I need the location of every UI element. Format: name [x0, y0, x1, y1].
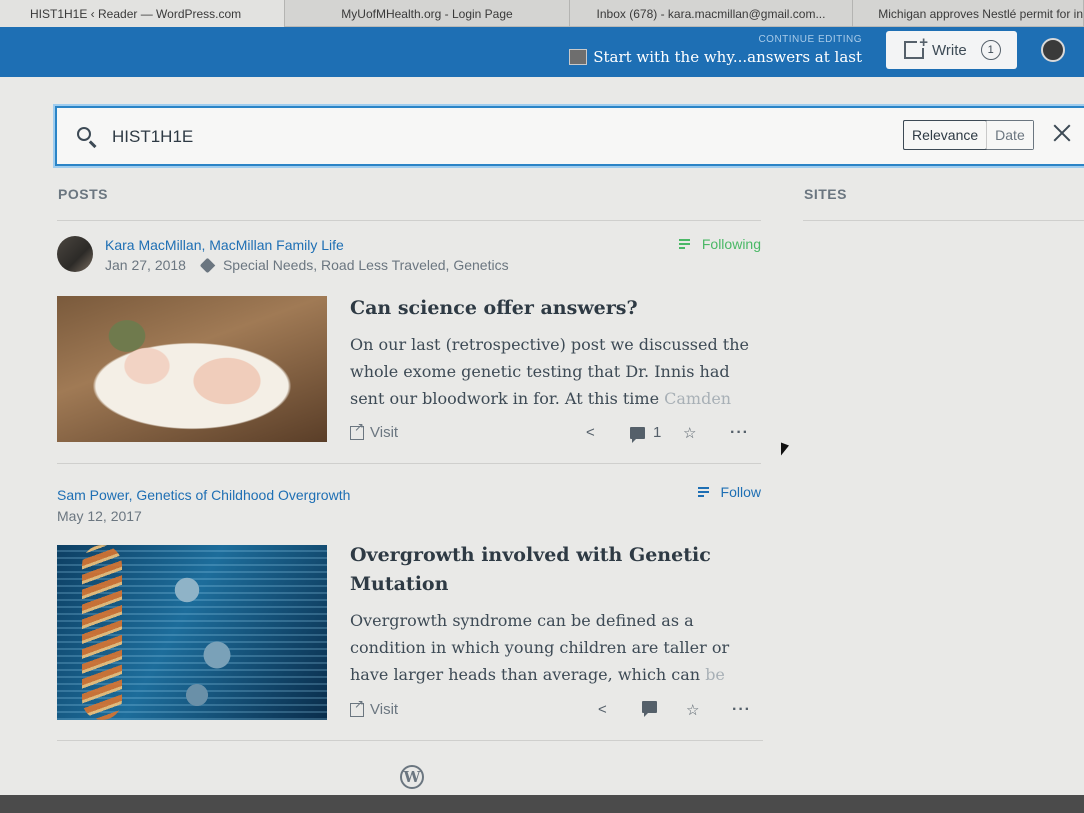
post-featured-image[interactable]: [57, 296, 327, 442]
tab-title: Inbox (678) - kara.macmillan@gmail.com..…: [596, 6, 826, 21]
external-link-icon: [350, 697, 364, 717]
share-icon: <: [598, 701, 607, 718]
post-tags[interactable]: Special Needs, Road Less Traveled, Genet…: [223, 257, 509, 273]
search-box: HIST1H1E Relevance Date: [55, 106, 1084, 166]
posts-heading: POSTS: [58, 186, 108, 202]
comments-button[interactable]: 1: [630, 424, 662, 443]
post-actions: Visit < ☆ ···: [350, 697, 761, 723]
follow-label: Follow: [720, 484, 761, 500]
tag-icon: [199, 257, 216, 273]
post-title[interactable]: Overgrowth involved with Genetic Mutatio…: [350, 541, 750, 599]
divider: [57, 220, 761, 221]
sort-relevance-button[interactable]: Relevance: [903, 120, 988, 150]
write-icon: [904, 34, 928, 59]
ellipsis-icon: ···: [732, 701, 751, 718]
user-avatar[interactable]: [1041, 38, 1065, 62]
browser-tab-health[interactable]: MyUofMHealth.org - Login Page: [285, 0, 570, 27]
post-featured-image[interactable]: [57, 545, 327, 720]
visit-label: Visit: [370, 701, 399, 718]
continue-editing-link[interactable]: CONTINUE EDITING Start with the why...an…: [569, 34, 862, 66]
comment-icon: [630, 426, 645, 443]
star-icon: ☆: [686, 702, 700, 719]
divider: [803, 220, 1084, 221]
visit-label: Visit: [370, 424, 399, 441]
post-card: Kara MacMillan, MacMillan Family Life Ja…: [57, 236, 761, 466]
draft-title: Start with the why...answers at last: [593, 48, 862, 66]
draft-thumbnail: [569, 49, 588, 65]
author-link[interactable]: Kara MacMillan, MacMillan Family Life: [105, 237, 344, 253]
post-meta: May 12, 2017: [57, 508, 142, 524]
browser-tab-reader[interactable]: HIST1H1E ‹ Reader — WordPress.com: [0, 0, 285, 27]
divider: [57, 463, 761, 464]
post-excerpt: Overgrowth syndrome can be defined as a …: [350, 607, 750, 688]
write-label: Write: [932, 41, 967, 59]
visit-link[interactable]: Visit: [350, 697, 399, 718]
share-button[interactable]: <: [586, 424, 595, 441]
post-meta: Jan 27, 2018 Special Needs, Road Less Tr…: [105, 257, 509, 273]
more-button[interactable]: ···: [732, 701, 751, 719]
tab-title: HIST1H1E ‹ Reader — WordPress.com: [30, 6, 242, 21]
post-excerpt: On our last (retrospective) post we disc…: [350, 331, 750, 412]
like-button[interactable]: ☆: [683, 424, 696, 442]
search-icon: [77, 127, 91, 141]
post-actions: Visit < 1 ☆ ···: [350, 420, 761, 446]
divider: [57, 740, 763, 741]
wordpress-logo-icon: W: [400, 765, 424, 789]
sort-date-button[interactable]: Date: [986, 121, 1033, 149]
comment-count: 1: [653, 424, 662, 441]
screen-bezel: [0, 795, 1084, 813]
reader-follow-icon: [697, 486, 713, 499]
close-icon[interactable]: [1051, 122, 1073, 144]
excerpt-fade: be: [705, 665, 725, 684]
search-input[interactable]: HIST1H1E: [112, 127, 193, 147]
author-avatar[interactable]: [57, 236, 93, 272]
write-button[interactable]: Write 1: [886, 31, 1017, 69]
star-icon: ☆: [683, 425, 697, 442]
visit-link[interactable]: Visit: [350, 420, 399, 441]
follow-label: Following: [701, 236, 761, 252]
masterbar: CONTINUE EDITING Start with the why...an…: [0, 27, 1084, 77]
comments-button[interactable]: [642, 701, 665, 717]
dna-strand: [82, 545, 122, 720]
external-link-icon: [350, 420, 364, 440]
post-date[interactable]: Jan 27, 2018: [105, 257, 186, 273]
follow-button[interactable]: Follow: [697, 484, 761, 500]
author-link[interactable]: Sam Power, Genetics of Childhood Overgro…: [57, 487, 350, 503]
post-date[interactable]: May 12, 2017: [57, 508, 142, 524]
excerpt-fade: Camden: [664, 389, 732, 408]
browser-tab-news[interactable]: Michigan approves Nestlé permit for in: [853, 0, 1084, 27]
sort-toggle: Relevance Date: [903, 120, 1034, 150]
excerpt-text: Overgrowth syndrome can be defined as a …: [350, 611, 730, 684]
like-button[interactable]: ☆: [686, 701, 699, 719]
share-button[interactable]: <: [598, 701, 607, 718]
browser-tab-inbox[interactable]: Inbox (678) - kara.macmillan@gmail.com..…: [570, 0, 853, 27]
sites-heading: SITES: [804, 186, 847, 202]
share-icon: <: [586, 424, 595, 441]
ellipsis-icon: ···: [730, 424, 749, 441]
following-button[interactable]: Following: [678, 236, 761, 252]
post-card: Sam Power, Genetics of Childhood Overgro…: [57, 484, 761, 744]
post-title[interactable]: Can science offer answers?: [350, 294, 750, 323]
reader-following-icon: [678, 238, 694, 251]
browser-tab-strip: HIST1H1E ‹ Reader — WordPress.com MyUofM…: [0, 0, 1084, 27]
mouse-cursor: [781, 442, 789, 459]
more-button[interactable]: ···: [730, 424, 749, 442]
draft-count-badge: 1: [980, 40, 1001, 60]
continue-editing-title: Start with the why...answers at last: [569, 48, 862, 66]
tab-title: MyUofMHealth.org - Login Page: [341, 6, 513, 21]
comment-icon: [642, 701, 657, 717]
tab-title: Michigan approves Nestlé permit for in: [878, 6, 1083, 21]
continue-editing-label: CONTINUE EDITING: [758, 34, 862, 45]
